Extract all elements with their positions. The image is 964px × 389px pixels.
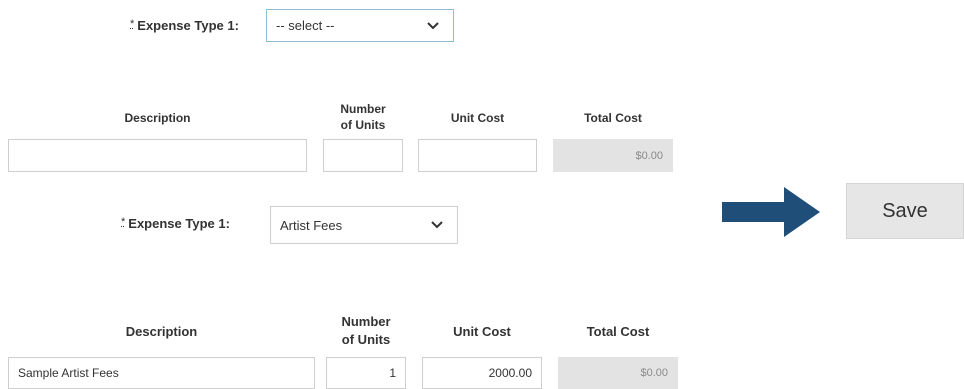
units-input-2[interactable] bbox=[326, 357, 406, 389]
header-unit-cost-1: Unit Cost bbox=[450, 111, 505, 125]
required-marker: * bbox=[121, 216, 126, 228]
unit-cost-input-1[interactable] bbox=[418, 139, 537, 172]
expense-type-select-2[interactable]: Artist Fees bbox=[270, 206, 458, 244]
header-total-cost-2: Total Cost bbox=[586, 324, 650, 339]
total-cost-field-2: $0.00 bbox=[558, 357, 678, 389]
chevron-down-icon bbox=[427, 21, 439, 29]
chevron-down-icon bbox=[431, 221, 443, 229]
expense-type-label-1: * Expense Type 1: bbox=[130, 18, 239, 33]
header-total-cost-1: Total Cost bbox=[584, 111, 642, 125]
total-cost-field-1: $0.00 bbox=[553, 139, 673, 172]
expense-type-select-1[interactable]: -- select -- bbox=[266, 9, 454, 42]
header-units-2: Number of Units bbox=[341, 314, 391, 347]
header-description-2: Description bbox=[125, 324, 198, 339]
expense-type-label-2: * Expense Type 1: bbox=[121, 216, 230, 231]
description-input-1[interactable] bbox=[8, 139, 307, 172]
required-marker: * bbox=[130, 18, 135, 30]
header-unit-cost-2: Unit Cost bbox=[453, 324, 511, 339]
header-units-1: Number of Units bbox=[340, 102, 386, 132]
save-button[interactable]: Save bbox=[846, 183, 964, 239]
expense-type-select-2-value: Artist Fees bbox=[280, 217, 343, 233]
expense-type-select-1-value: -- select -- bbox=[276, 18, 335, 33]
units-input-1[interactable] bbox=[323, 139, 403, 172]
description-input-2[interactable] bbox=[8, 357, 315, 389]
header-description-1: Description bbox=[124, 111, 191, 125]
unit-cost-input-2[interactable] bbox=[422, 357, 542, 389]
arrow-right-icon bbox=[722, 187, 820, 237]
